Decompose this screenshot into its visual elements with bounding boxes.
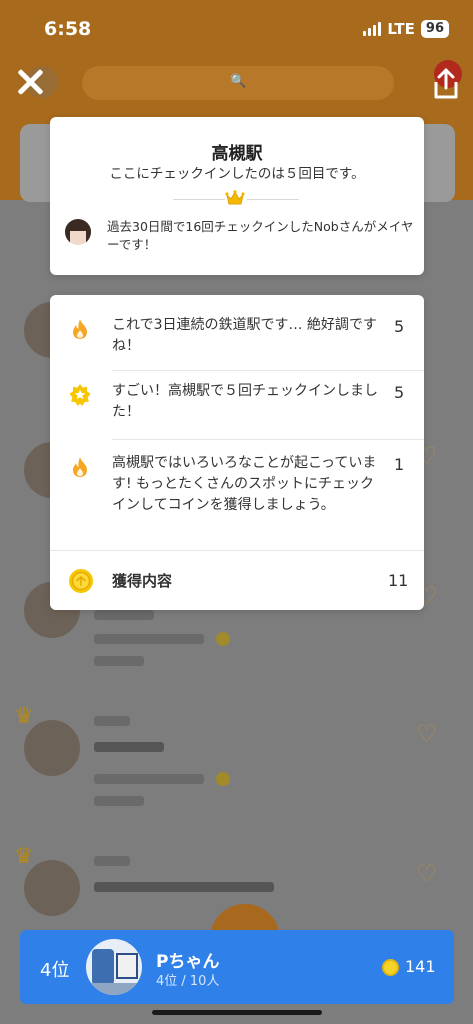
coin-icon (382, 959, 399, 976)
flame-icon (73, 457, 87, 477)
checkin-count-text: ここにチェックインしたのは５回目です。 (109, 166, 365, 182)
leaderboard-bar[interactable]: 4位 Pちゃん 4位 / 10人 141 (20, 930, 454, 1004)
reward-count: 5 (394, 383, 405, 402)
avatar (24, 860, 80, 916)
status-time: 6:58 (44, 18, 92, 40)
share-icon[interactable] (428, 66, 464, 102)
avatar (24, 720, 80, 776)
mayor-text: 過去30日間で16回チェックインしたNobさんがメイヤーです！ (107, 219, 414, 252)
divider (112, 439, 424, 440)
flame-icon (73, 319, 87, 339)
rank-position: 4位 (40, 960, 70, 981)
coin-icon (69, 569, 93, 593)
reward-count: 5 (394, 317, 405, 336)
total-label: 獲得内容 (112, 572, 173, 590)
star-badge-icon (69, 384, 91, 406)
total-count: 11 (388, 571, 409, 590)
heart-icon: ♡ (416, 720, 438, 748)
battery-icon: 96 (420, 20, 449, 38)
reward-text: すごい！高槻駅で５回チェックインしました！ (112, 383, 378, 420)
network-label: LTE (387, 20, 415, 38)
heart-icon: ♡ (416, 860, 438, 888)
venue-card: 高槻駅 ここにチェックインしたのは５回目です。 過去30日間で16回チェックイン… (50, 117, 424, 275)
user-name: Pちゃん (156, 952, 220, 972)
divider (112, 370, 424, 371)
reward-text: これで3日連続の鉄道駅です… 絶好調ですね！ (112, 317, 377, 354)
signal-icon (363, 22, 382, 36)
divider (247, 199, 299, 200)
coin-count: 141 (405, 957, 436, 976)
reward-text: 高槻駅ではいろいろなことが起こっています! もっとたくさんのスポットにチェックイ… (112, 455, 377, 513)
feed-row: ♛ ♡ (0, 704, 473, 848)
search-icon: 🔍 (230, 74, 247, 89)
divider (50, 550, 424, 551)
divider (173, 199, 225, 200)
mayor-avatar (65, 219, 91, 245)
rank-subtitle: 4位 / 10人 (156, 974, 220, 989)
rewards-card: これで3日連続の鉄道駅です… 絶好調ですね！ 5 すごい！高槻駅で５回チェックイ… (50, 295, 424, 610)
crown-icon: ♛ (14, 844, 34, 869)
venue-title: 高槻駅 (211, 144, 263, 164)
avatar (86, 939, 142, 995)
coin-icon (216, 632, 230, 646)
reward-count: 1 (394, 455, 405, 474)
crown-icon: ♛ (14, 704, 34, 729)
crown-icon (225, 190, 245, 205)
coin-icon (216, 772, 230, 786)
home-indicator (152, 1010, 322, 1015)
status-bar: 6:58 LTE 96 (0, 0, 473, 56)
close-button[interactable] (14, 66, 46, 98)
status-indicators: LTE 96 (363, 20, 449, 38)
